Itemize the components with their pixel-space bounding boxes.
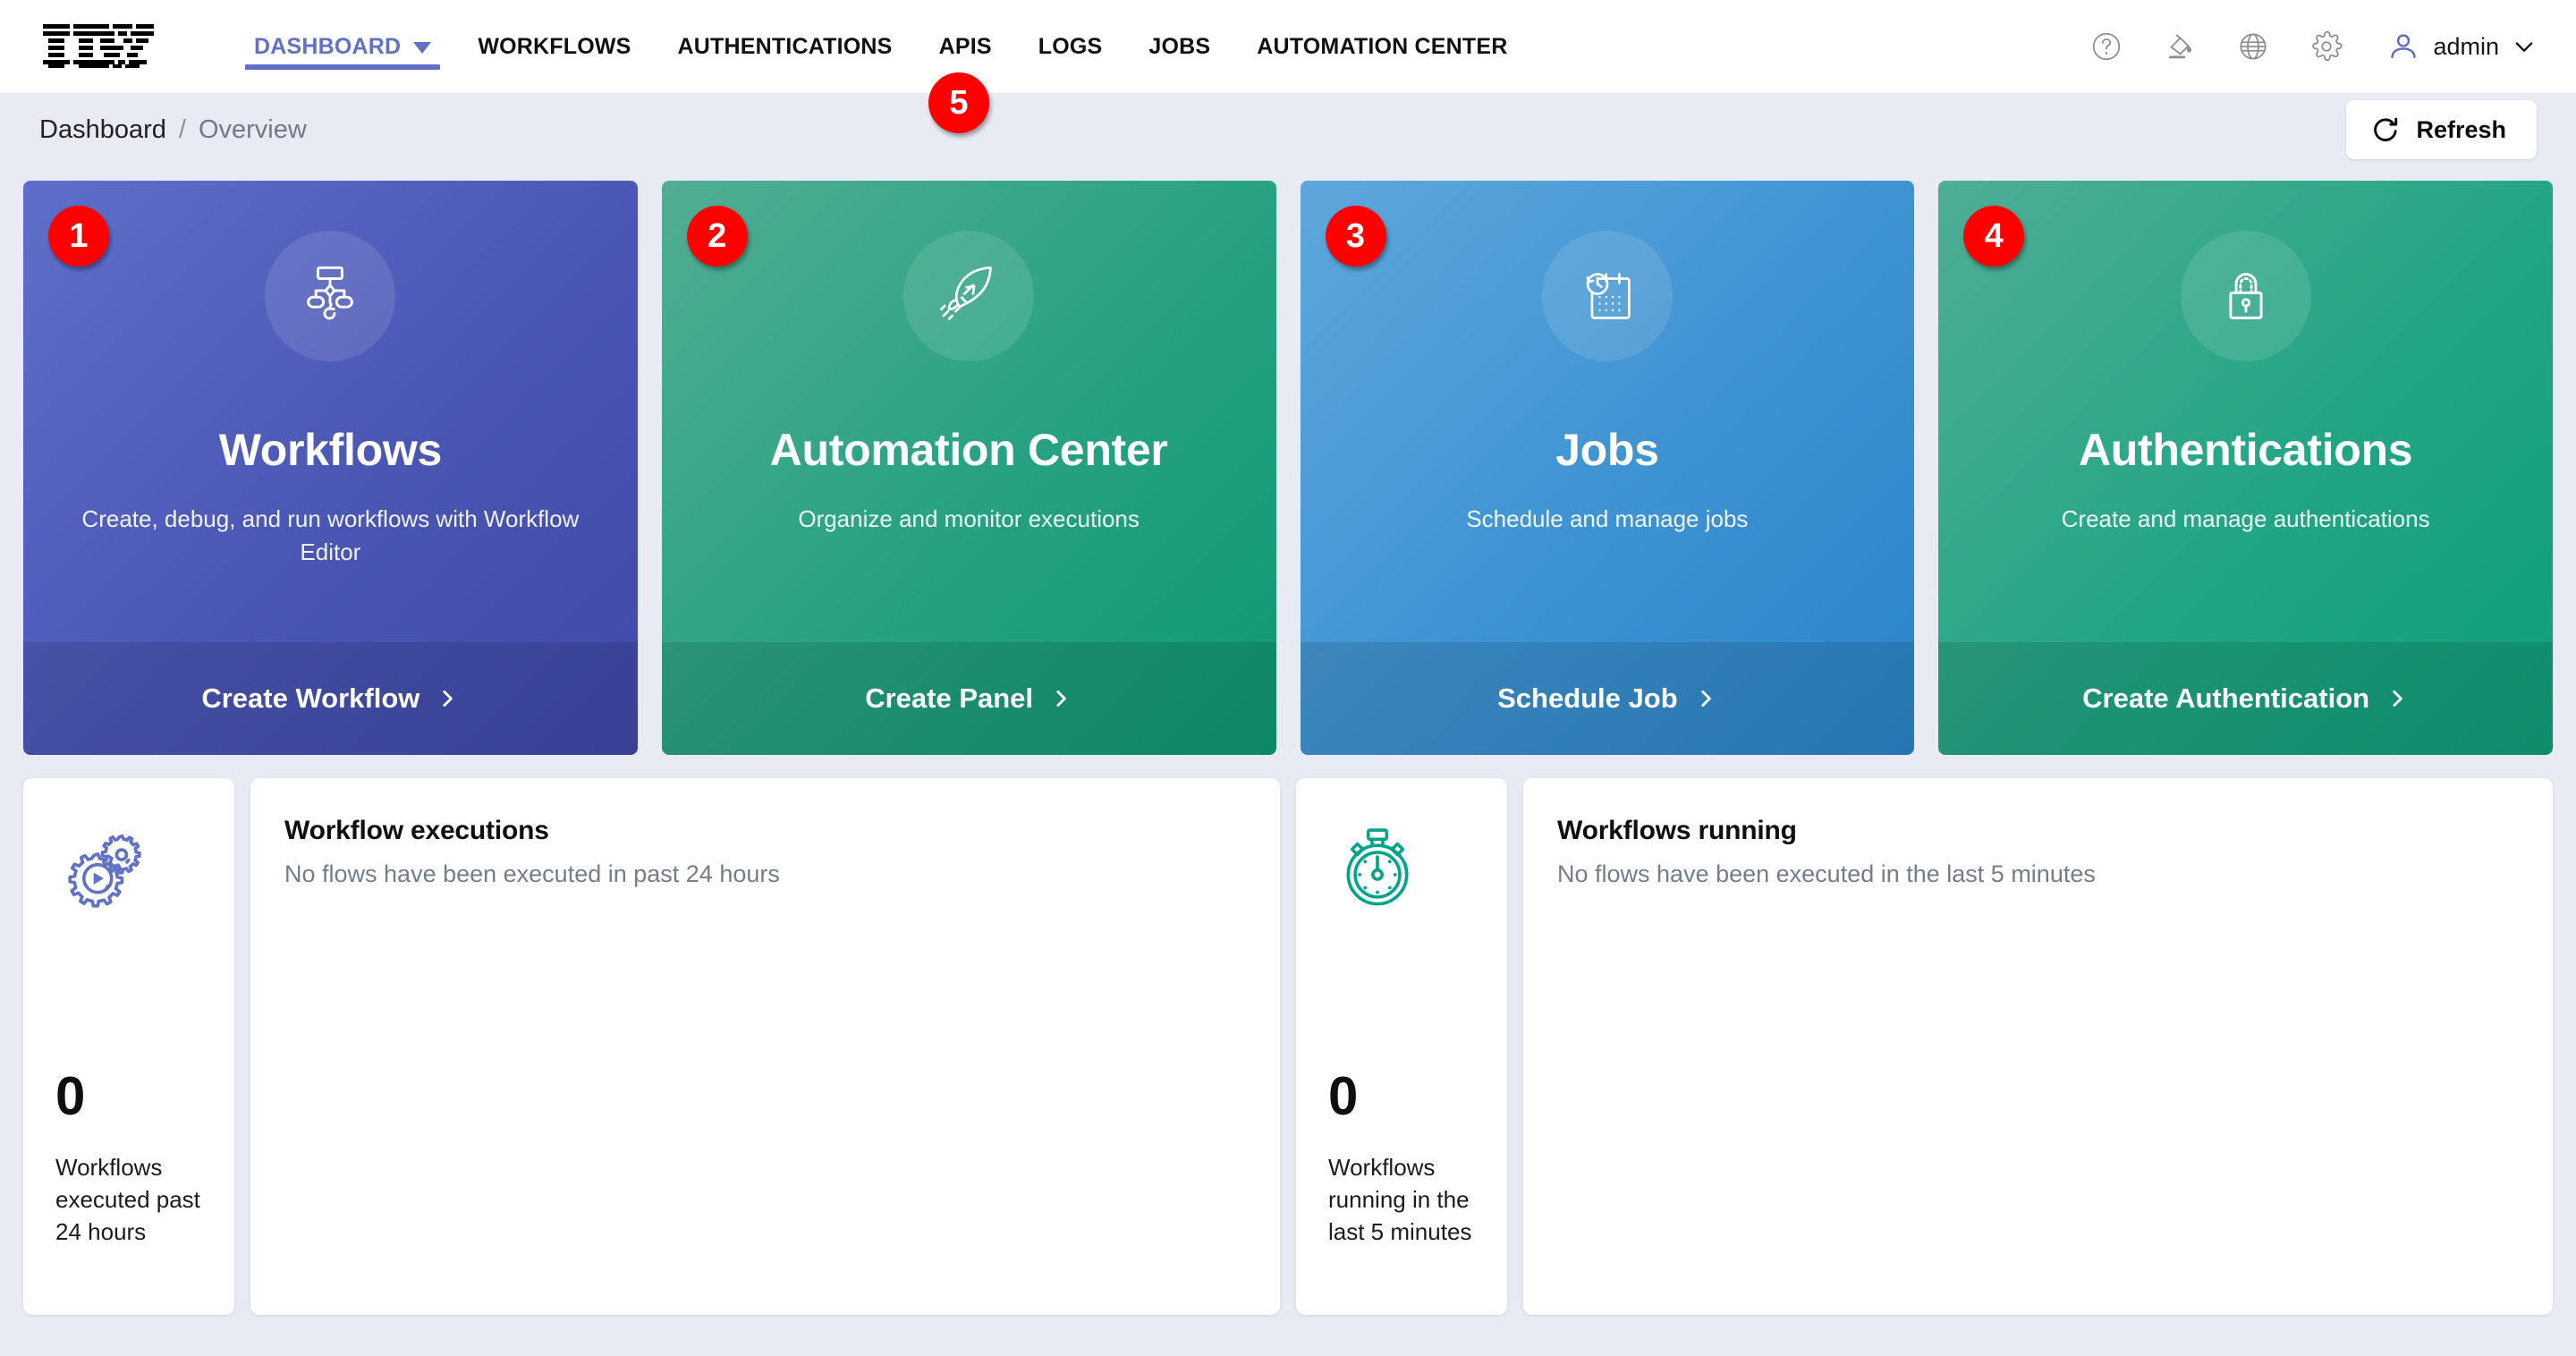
breadcrumb-separator: /	[178, 114, 186, 144]
hero-action-create-workflow[interactable]: Create Workflow	[23, 642, 638, 755]
hero-subtitle: Schedule and manage jobs	[1466, 505, 1749, 532]
refresh-button[interactable]: Refresh	[2346, 100, 2537, 159]
widget-row: 0 Workflows executed past 24 hours Workf…	[0, 778, 2576, 1315]
nav-label-dashboard: DASHBOARD	[254, 33, 402, 59]
chevron-right-icon	[1056, 691, 1066, 707]
nav-label-logs: LOGS	[1038, 33, 1103, 59]
header-actions: admin	[2089, 30, 2537, 64]
hero-subtitle: Create and manage authentications	[2061, 505, 2430, 532]
person-icon	[2391, 34, 2417, 59]
theme-icon[interactable]	[2163, 30, 2197, 64]
stat-label: Workflows executed past 24 hours	[55, 1154, 200, 1246]
breadcrumb-bar: Dashboard / Overview Refresh	[0, 93, 2576, 166]
hero-action-label: Create Panel	[865, 682, 1034, 714]
hero-icon-wrap	[903, 231, 1035, 361]
hero-card-workflows[interactable]: 1 Workflows Create, debug, and run workf…	[23, 181, 638, 755]
hero-action-label: Schedule Job	[1497, 682, 1678, 714]
stat-card-workflows-executed: 0 Workflows executed past 24 hours	[23, 778, 234, 1315]
hero-title: Jobs	[1555, 425, 1659, 475]
panel-title: Workflow executions	[284, 816, 549, 845]
panel-workflow-executions: Workflow executions No flows have been e…	[250, 778, 1280, 1315]
hero-card-body: Workflows Create, debug, and run workflo…	[23, 181, 638, 642]
panel-empty-message: No flows have been executed in the last …	[1557, 860, 2096, 887]
hero-title: Workflows	[218, 425, 442, 475]
stopwatch-icon	[1346, 828, 1409, 906]
globe-icon[interactable]	[2236, 30, 2270, 64]
nav-item-apis[interactable]: APIS	[916, 0, 1015, 93]
nav-label-authentications: AUTHENTICATIONS	[677, 33, 893, 59]
chevron-down-icon	[413, 42, 432, 54]
help-icon[interactable]	[2089, 30, 2123, 64]
flowchart-icon	[307, 266, 354, 320]
hero-card-automation-center[interactable]: 2 Automation Center Organize and monitor…	[661, 181, 1276, 755]
hero-icon-wrap	[1541, 231, 1673, 361]
gears-play-icon	[68, 834, 141, 908]
hero-action-label: Create Workflow	[201, 682, 420, 714]
chevron-right-icon	[443, 691, 453, 707]
hero-subtitle: Organize and monitor executions	[798, 505, 1140, 532]
app-header: DASHBOARD WORKFLOWS AUTHENTICATIONS APIS…	[0, 0, 2576, 93]
hero-icon-wrap	[265, 231, 396, 361]
calendar-clock-icon	[1586, 273, 1631, 319]
hero-action-label: Create Authentication	[2082, 682, 2370, 714]
nav-item-automation-center[interactable]: AUTOMATION CENTER	[1233, 0, 1530, 93]
nav-label-apis: APIS	[938, 33, 992, 59]
panel-title: Workflows running	[1557, 816, 1797, 845]
hero-card-jobs[interactable]: 3 Jobs Schedule and manage jobs Schedule…	[1300, 181, 1915, 755]
panel-workflows-running: Workflows running No flows have been exe…	[1523, 778, 2553, 1315]
hero-card-body: Jobs Schedule and manage jobs	[1301, 181, 1915, 642]
refresh-icon	[2374, 117, 2398, 142]
nav-item-dashboard[interactable]: DASHBOARD	[231, 0, 454, 93]
stat-label: Workflows running in the last 5 minutes	[1328, 1154, 1472, 1246]
chevron-right-icon	[1700, 691, 1711, 707]
gear-icon[interactable]	[2309, 30, 2343, 64]
stat-value: 0	[1328, 1066, 1358, 1127]
rocket-icon	[940, 266, 992, 320]
user-name-label: admin	[2433, 32, 2499, 60]
stat-value: 0	[55, 1066, 85, 1127]
stat-card-workflows-running: 0 Workflows running in the last 5 minute…	[1296, 778, 1507, 1315]
nav-item-authentications[interactable]: AUTHENTICATIONS	[655, 0, 916, 93]
hero-title: Authentications	[2078, 425, 2413, 475]
hero-action-schedule-job[interactable]: Schedule Job	[1300, 642, 1915, 755]
breadcrumb: Dashboard / Overview	[39, 115, 307, 145]
hero-action-create-panel[interactable]: Create Panel	[661, 642, 1276, 755]
nav-label-workflows: WORKFLOWS	[478, 33, 631, 59]
hero-card-authentications[interactable]: 4 Authentications Create and manage auth…	[1938, 181, 2553, 755]
hero-title: Automation Center	[769, 425, 1168, 475]
breadcrumb-current: Overview	[198, 114, 307, 144]
nav-item-jobs[interactable]: JOBS	[1125, 0, 1233, 93]
hero-card-row: 1 Workflows Create, debug, and run workf…	[0, 181, 2576, 755]
refresh-label: Refresh	[2416, 115, 2506, 143]
nav-label-automation-center: AUTOMATION CENTER	[1257, 33, 1508, 59]
chevron-right-icon	[2393, 691, 2402, 707]
nav-item-workflows[interactable]: WORKFLOWS	[454, 0, 654, 93]
lock-icon	[2229, 273, 2263, 319]
hero-action-create-authentication[interactable]: Create Authentication	[1938, 642, 2553, 755]
hero-subtitle: Create, debug, and run workflows with Wo…	[81, 505, 580, 565]
hero-icon-wrap	[2180, 231, 2311, 361]
nav-item-logs[interactable]: LOGS	[1015, 0, 1126, 93]
hero-card-body: Automation Center Organize and monitor e…	[662, 181, 1276, 642]
chevron-down-icon	[2515, 42, 2533, 52]
panel-empty-message: No flows have been executed in past 24 h…	[284, 860, 780, 887]
user-menu[interactable]: admin	[2386, 30, 2537, 64]
hero-card-body: Authentications Create and manage authen…	[1938, 181, 2553, 642]
nav-label-jobs: JOBS	[1148, 33, 1211, 59]
ibm-logo[interactable]	[43, 24, 154, 69]
main-navigation: DASHBOARD WORKFLOWS AUTHENTICATIONS APIS…	[231, 0, 1531, 93]
breadcrumb-root[interactable]: Dashboard	[39, 115, 166, 145]
